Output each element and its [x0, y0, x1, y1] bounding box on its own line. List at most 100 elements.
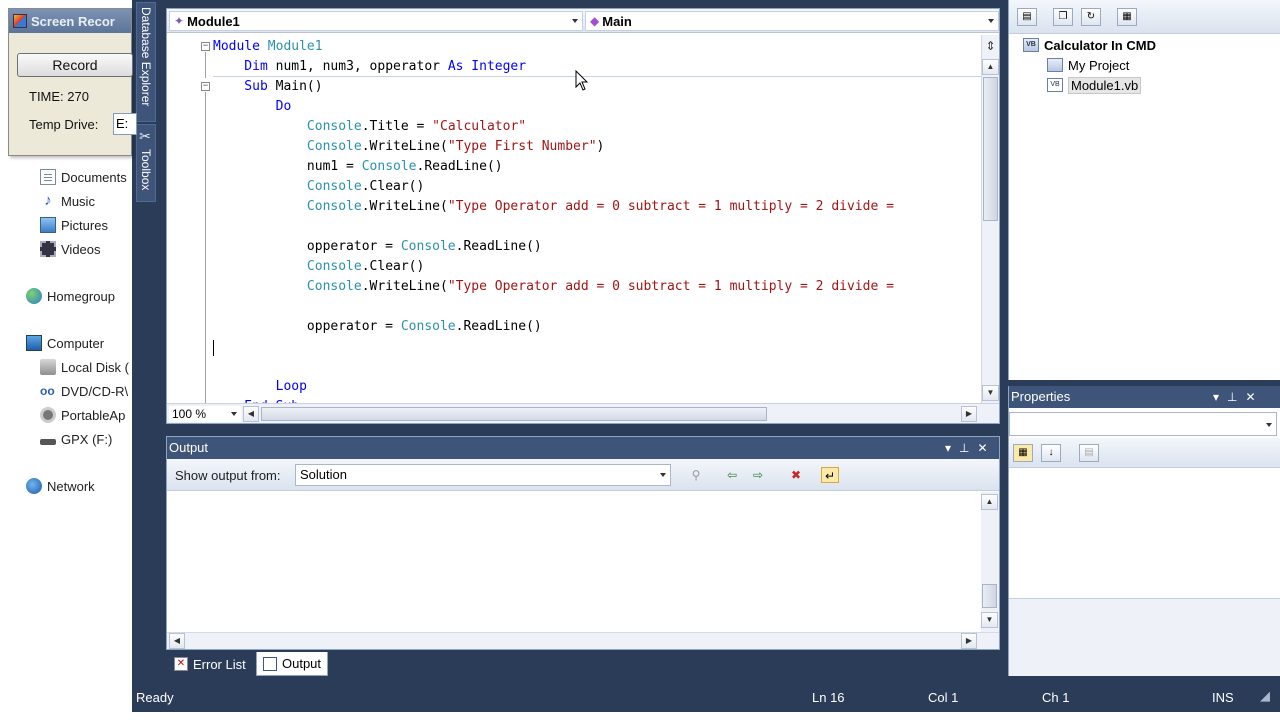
code-line: Console.Title = "Calculator"	[213, 117, 526, 137]
fold-module-icon[interactable]: −	[201, 42, 210, 51]
close-icon[interactable]: ✕	[977, 437, 987, 459]
member-combo[interactable]: ◆ Main	[585, 11, 999, 31]
editor-horizontal-scrollbar[interactable]: 100 % ◀ ▶	[167, 403, 999, 423]
code-line: Console.WriteLine("Type First Number")	[213, 137, 604, 157]
show-all-files-icon[interactable]: ❐	[1053, 8, 1073, 26]
code-token: Console	[400, 319, 456, 334]
code-token: Loop	[213, 379, 307, 394]
nav-item-computer[interactable]: Computer	[26, 333, 104, 353]
nav-item-local-disk[interactable]: Local Disk (	[40, 357, 132, 377]
code-line: Console.Clear()	[213, 177, 424, 197]
editor-vertical-scrollbar[interactable]: ⇕ ▲ ▼	[981, 35, 999, 403]
code-text-area[interactable]: − − Module Module1 Dim num1, num3, opper…	[167, 35, 981, 403]
code-line: Sub Main()	[213, 77, 322, 97]
pin-icon[interactable]: ⊥	[959, 437, 969, 459]
code-token: Console	[213, 179, 362, 194]
alphabetical-icon[interactable]: ↓	[1041, 444, 1061, 462]
scroll-down-icon[interactable]: ▼	[982, 385, 999, 401]
clear-all-icon[interactable]: ✖	[787, 467, 805, 483]
nav-item-pictures[interactable]: Pictures	[40, 215, 108, 235]
scroll-thumb[interactable]	[261, 407, 767, 421]
scroll-up-icon[interactable]: ▲	[982, 59, 999, 75]
property-grid[interactable]	[1009, 468, 1280, 596]
scroll-thumb[interactable]	[983, 77, 998, 221]
tab-error-list[interactable]: ✕ Error List	[168, 652, 252, 676]
object-combo[interactable]: ✦ Module1	[169, 11, 583, 31]
fold-sub-icon[interactable]: −	[201, 82, 210, 91]
tab-output[interactable]: Output	[256, 652, 329, 676]
scroll-right-icon[interactable]: ▶	[961, 406, 977, 422]
output-tab-label: Output	[282, 656, 322, 671]
scroll-down-icon[interactable]: ▼	[981, 612, 998, 628]
resize-grip-icon[interactable]: ◢	[1260, 688, 1270, 704]
record-button[interactable]: Record	[17, 53, 133, 77]
recorder-title-bar[interactable]: Screen Recor	[9, 9, 131, 33]
code-token: opperator =	[213, 319, 401, 334]
previous-message-icon[interactable]: ⇦	[723, 467, 741, 483]
code-line: Module Module1	[213, 37, 323, 57]
split-handle-icon[interactable]: ⇕	[982, 37, 999, 55]
scroll-left-icon[interactable]: ◀	[243, 406, 259, 422]
refresh-icon[interactable]: ↻	[1081, 8, 1101, 26]
temp-drive-field[interactable]: E:	[113, 113, 137, 135]
tree-item-label: My Project	[1068, 57, 1130, 73]
editor-navigation-bar: ✦ Module1 ◆ Main	[167, 9, 999, 33]
scroll-left-icon[interactable]: ◀	[169, 633, 185, 649]
tab-toolbox[interactable]: ✂ Toolbox	[136, 124, 156, 202]
pane-menu-icon[interactable]: ▾	[1213, 386, 1219, 408]
temp-drive-label: Temp Drive:	[29, 117, 99, 132]
screen-recorder-window: Screen Recor Record TIME: 270 Temp Drive…	[8, 8, 137, 156]
scroll-up-icon[interactable]: ▲	[981, 494, 998, 510]
categorized-icon[interactable]: ▦	[1013, 444, 1033, 462]
indicator-margin	[167, 35, 189, 403]
nav-item-gpx-drive[interactable]: GPX (F:)	[40, 429, 112, 449]
output-vertical-scrollbar[interactable]: ▲ ▼	[981, 492, 999, 632]
tree-item-module1[interactable]: VB Module1.vb	[1047, 75, 1142, 95]
toolbox-label: Toolbox	[139, 149, 153, 191]
output-text-area[interactable]	[167, 492, 981, 632]
zoom-combo[interactable]: 100 %	[169, 406, 241, 422]
solution-explorer-toolbar: ▤ ❐ ↻ ▦	[1009, 0, 1280, 34]
properties-icon[interactable]: ▤	[1017, 8, 1037, 26]
tree-item-my-project[interactable]: My Project	[1047, 55, 1129, 75]
recorder-app-icon	[13, 14, 27, 28]
recorder-title: Screen Recor	[31, 13, 115, 29]
pane-menu-icon[interactable]: ▾	[945, 437, 951, 459]
nav-item-videos[interactable]: Videos	[40, 239, 101, 259]
output-horizontal-scrollbar[interactable]: ◀ ▶	[167, 632, 999, 649]
word-wrap-icon[interactable]: ↵	[821, 467, 839, 483]
nav-item-documents[interactable]: Documents	[40, 167, 127, 187]
property-pages-icon[interactable]: ▤	[1079, 444, 1099, 462]
nav-item-label: PortableAp	[61, 407, 126, 423]
nav-item-homegroup[interactable]: Homegroup	[26, 286, 115, 306]
homegroup-icon	[26, 288, 42, 304]
error-list-icon: ✕	[174, 657, 188, 671]
recording-time: TIME: 270	[29, 89, 89, 104]
output-title-bar[interactable]: Output ▾ ⊥ ✕	[167, 437, 999, 459]
status-char: Ch 1	[1042, 690, 1070, 705]
chevron-down-icon	[572, 19, 578, 23]
nav-item-portable-apps[interactable]: PortableAp	[40, 405, 132, 425]
find-message-icon[interactable]: ⚲	[687, 467, 705, 483]
solution-root-item[interactable]: VB Calculator In CMD	[1023, 35, 1156, 55]
show-output-from-combo[interactable]: Solution	[295, 464, 671, 486]
pictures-icon	[40, 217, 56, 233]
scroll-right-icon[interactable]: ▶	[961, 633, 977, 649]
next-message-icon[interactable]: ⇨	[749, 467, 767, 483]
scroll-thumb[interactable]	[982, 584, 997, 608]
view-class-diagram-icon[interactable]: ▦	[1117, 8, 1137, 26]
nav-item-network[interactable]: Network	[26, 476, 95, 496]
object-selector-combo[interactable]	[1009, 412, 1277, 436]
computer-icon	[26, 335, 42, 351]
code-token: Integer	[471, 59, 527, 74]
nav-item-music[interactable]: ♪ Music	[40, 191, 95, 211]
properties-title-bar[interactable]: Properties ▾ ⊥ ✕	[1009, 386, 1280, 408]
solution-explorer: ▤ ❐ ↻ ▦ VB Calculator In CMD My Project …	[1008, 0, 1280, 380]
close-icon[interactable]: ✕	[1245, 386, 1255, 408]
tab-database-explorer[interactable]: Database Explorer	[136, 2, 156, 122]
pin-icon[interactable]: ⊥	[1227, 386, 1237, 408]
output-icon	[263, 656, 277, 671]
nav-item-label: GPX (F:)	[61, 431, 113, 447]
nav-item-dvd-drive[interactable]: oo DVD/CD-R\	[40, 381, 132, 401]
nav-item-label: Videos	[61, 241, 101, 257]
